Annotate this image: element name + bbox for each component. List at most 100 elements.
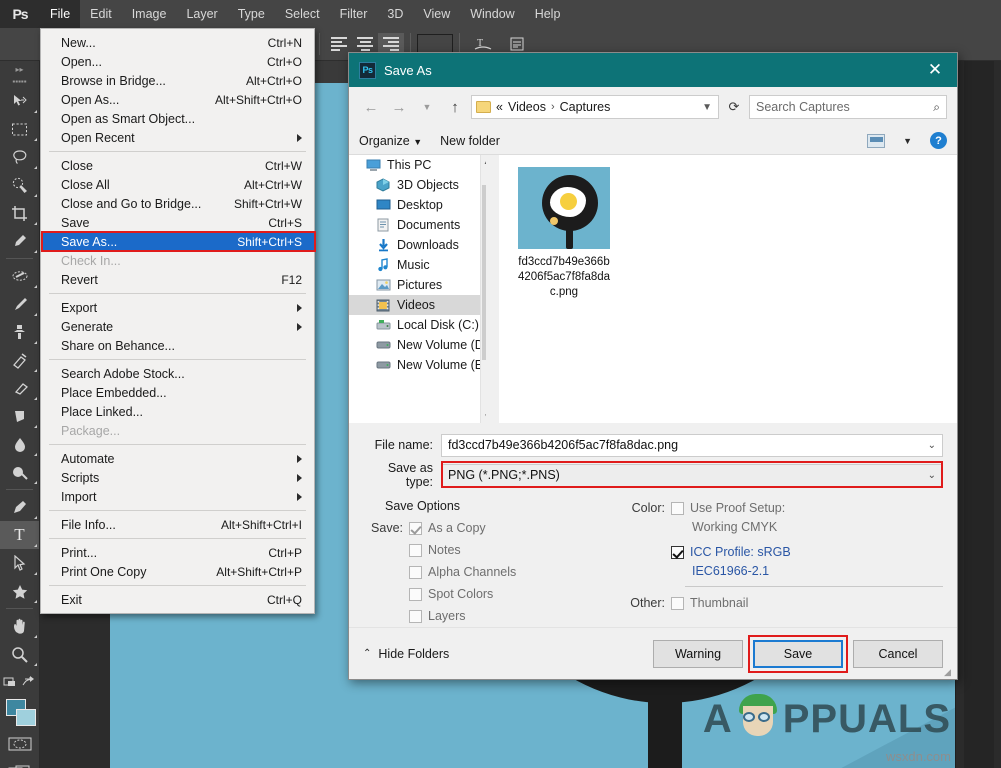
gradient-tool[interactable] [0, 402, 39, 430]
search-input[interactable]: Search Captures ⌕ [749, 95, 947, 119]
menu-item-close[interactable]: CloseCtrl+W [41, 156, 314, 175]
search-icon[interactable]: ⌕ [933, 100, 940, 115]
breadcrumb-item-captures[interactable]: Captures [560, 100, 611, 114]
tree-item-pictures[interactable]: Pictures [349, 275, 493, 295]
menu-item-import[interactable]: Import [41, 487, 314, 506]
refresh-icon[interactable]: ⟳ [723, 95, 745, 119]
save-button[interactable]: Save [753, 640, 843, 668]
tree-item-local-disk-c[interactable]: Local Disk (C:) [349, 315, 493, 335]
lasso-tool[interactable] [0, 143, 39, 171]
menu-item-share-on-behance[interactable]: Share on Behance... [41, 336, 314, 355]
crop-tool[interactable] [0, 199, 39, 227]
tree-item-downloads[interactable]: Downloads [349, 235, 493, 255]
spot-colors-checkbox[interactable] [409, 588, 422, 601]
blur-tool[interactable] [0, 430, 39, 458]
menu-item-file-info[interactable]: File Info...Alt+Shift+Ctrl+I [41, 515, 314, 534]
tree-item-documents[interactable]: Documents [349, 215, 493, 235]
thumbnail-checkbox[interactable] [671, 597, 684, 610]
use-proof-setup-checkbox[interactable] [671, 502, 684, 515]
alpha-channels-checkbox[interactable] [409, 566, 422, 579]
chevron-down-icon[interactable]: ⌄ [928, 470, 936, 481]
layers-checkbox[interactable] [409, 610, 422, 623]
resize-grip-icon[interactable]: ◢ [944, 667, 954, 677]
dodge-tool[interactable] [0, 458, 39, 486]
checkbox-row-spot-colors[interactable]: Save: Spot Colors [363, 583, 613, 605]
menu-filter[interactable]: Filter [330, 0, 378, 28]
eraser-tool[interactable] [0, 374, 39, 402]
close-icon[interactable]: ✕ [913, 53, 957, 87]
tree-item-new-volume-e[interactable]: New Volume (E:) [349, 355, 493, 375]
up-icon[interactable]: ↑ [443, 95, 467, 119]
checkbox-row-alpha-channels[interactable]: Save: Alpha Channels [363, 561, 613, 583]
tree-item-this-pc[interactable]: This PC [349, 155, 493, 175]
menu-item-place-linked[interactable]: Place Linked... [41, 402, 314, 421]
tree-item-music[interactable]: Music [349, 255, 493, 275]
checkbox-row-layers[interactable]: Save: Layers [363, 605, 613, 627]
menu-item-close-all[interactable]: Close AllAlt+Ctrl+W [41, 175, 314, 194]
custom-shape-tool[interactable] [0, 577, 39, 605]
menu-item-generate[interactable]: Generate [41, 317, 314, 336]
eyedropper-tool[interactable] [0, 227, 39, 255]
back-icon[interactable]: ← [359, 95, 383, 119]
menu-item-automate[interactable]: Automate [41, 449, 314, 468]
menu-layer[interactable]: Layer [176, 0, 227, 28]
menu-item-open-as-smart-object[interactable]: Open as Smart Object... [41, 109, 314, 128]
checkbox-row-thumbnail[interactable]: Other: Thumbnail [625, 592, 943, 614]
menu-item-save[interactable]: SaveCtrl+S [41, 213, 314, 232]
pen-tool[interactable] [0, 493, 39, 521]
menu-item-open-recent[interactable]: Open Recent [41, 128, 314, 147]
quick-mask-icon[interactable] [0, 730, 39, 758]
menu-file[interactable]: File [40, 0, 80, 28]
file-list[interactable]: fd3ccd7b49e366b4206f5ac7f8fa8dac.png [494, 155, 957, 423]
menu-item-browse-in-bridge[interactable]: Browse in Bridge...Alt+Ctrl+O [41, 71, 314, 90]
menu-item-new[interactable]: New...Ctrl+N [41, 33, 314, 52]
menu-window[interactable]: Window [460, 0, 524, 28]
menu-item-print-one-copy[interactable]: Print One CopyAlt+Shift+Ctrl+P [41, 562, 314, 581]
tree-item-videos[interactable]: Videos [349, 295, 493, 315]
checkbox-row-use-proof-setup[interactable]: Color: Use Proof Setup: [625, 497, 943, 519]
file-name-input[interactable]: fd3ccd7b49e366b4206f5ac7f8fa8dac.png ⌄ [441, 434, 943, 457]
chevron-down-icon[interactable]: ⌄ [928, 440, 936, 451]
menu-item-place-embedded[interactable]: Place Embedded... [41, 383, 314, 402]
menu-item-scripts[interactable]: Scripts [41, 468, 314, 487]
help-icon[interactable]: ? [930, 132, 947, 149]
list-item[interactable]: fd3ccd7b49e366b4206f5ac7f8fa8dac.png [516, 167, 612, 300]
menu-item-close-and-go-to-bridge[interactable]: Close and Go to Bridge...Shift+Ctrl+W [41, 194, 314, 213]
cancel-button[interactable]: Cancel [853, 640, 943, 668]
menu-edit[interactable]: Edit [80, 0, 122, 28]
tree-item-3d-objects[interactable]: 3D Objects [349, 175, 493, 195]
type-tool[interactable]: T [0, 521, 39, 549]
toolbar-collapse-icon[interactable]: ▸▸ [0, 63, 39, 75]
menu-3d[interactable]: 3D [377, 0, 413, 28]
brush-tool[interactable] [0, 290, 39, 318]
recent-locations-icon[interactable]: ▼ [415, 95, 439, 119]
checkbox-row-as-a-copy[interactable]: Save: As a Copy [363, 517, 613, 539]
foreground-background-color[interactable] [0, 696, 39, 730]
spot-healing-brush-tool[interactable] [0, 262, 39, 290]
save-as-type-combo[interactable]: PNG (*.PNG;*.PNS) ⌄ [441, 464, 943, 487]
checkbox-row-notes[interactable]: Save: Notes [363, 539, 613, 561]
menu-item-exit[interactable]: ExitCtrl+Q [41, 590, 314, 609]
breadcrumb[interactable]: « Videos › Captures ▼ [471, 95, 719, 119]
hand-tool[interactable] [0, 612, 39, 640]
menu-item-revert[interactable]: RevertF12 [41, 270, 314, 289]
text-color-swatch[interactable] [417, 34, 453, 54]
menu-item-open-as[interactable]: Open As...Alt+Shift+Ctrl+O [41, 90, 314, 109]
tree-item-desktop[interactable]: Desktop [349, 195, 493, 215]
menu-item-open[interactable]: Open...Ctrl+O [41, 52, 314, 71]
warning-button[interactable]: Warning [653, 640, 743, 668]
move-tool[interactable] [0, 87, 39, 115]
icc-profile-checkbox[interactable] [671, 546, 684, 559]
menu-type[interactable]: Type [228, 0, 275, 28]
checkbox-row-icc-profile[interactable]: Color: ICC Profile: sRGB [625, 541, 943, 563]
quick-selection-tool[interactable] [0, 171, 39, 199]
file-menu-dropdown[interactable]: New...Ctrl+NOpen...Ctrl+OBrowse in Bridg… [40, 28, 315, 614]
menu-help[interactable]: Help [525, 0, 571, 28]
breadcrumb-item-videos[interactable]: Videos [508, 100, 546, 114]
zoom-tool[interactable] [0, 640, 39, 668]
menu-image[interactable]: Image [122, 0, 177, 28]
path-selection-tool[interactable] [0, 549, 39, 577]
menu-select[interactable]: Select [275, 0, 330, 28]
background-color-swatch[interactable] [16, 709, 36, 726]
menu-view[interactable]: View [413, 0, 460, 28]
